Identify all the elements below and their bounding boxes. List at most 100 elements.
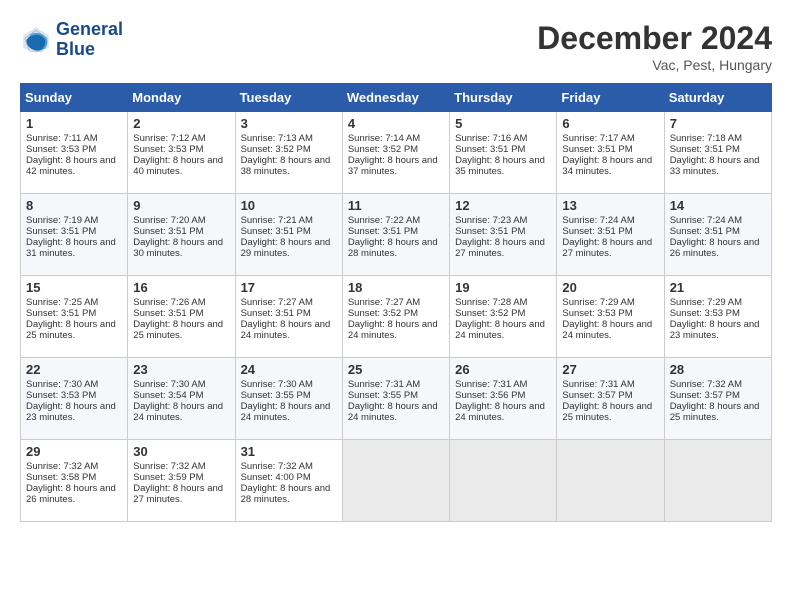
calendar-cell-1: 1Sunrise: 7:11 AMSunset: 3:53 PMDaylight… xyxy=(21,112,128,194)
calendar-cell-6: 6Sunrise: 7:17 AMSunset: 3:51 PMDaylight… xyxy=(557,112,664,194)
day-number: 12 xyxy=(455,198,551,213)
daylight-text: Daylight: 8 hours and 31 minutes. xyxy=(26,237,122,259)
day-number: 13 xyxy=(562,198,658,213)
sunset-text: Sunset: 3:53 PM xyxy=(670,308,766,319)
daylight-text: Daylight: 8 hours and 33 minutes. xyxy=(670,155,766,177)
sunset-text: Sunset: 3:51 PM xyxy=(133,226,229,237)
calendar-row-2: 8Sunrise: 7:19 AMSunset: 3:51 PMDaylight… xyxy=(21,194,772,276)
calendar-cell-8: 8Sunrise: 7:19 AMSunset: 3:51 PMDaylight… xyxy=(21,194,128,276)
sunrise-text: Sunrise: 7:21 AM xyxy=(241,215,337,226)
sunrise-text: Sunrise: 7:12 AM xyxy=(133,133,229,144)
month-title: December 2024 xyxy=(537,20,772,57)
sunset-text: Sunset: 3:55 PM xyxy=(348,390,444,401)
sunrise-text: Sunrise: 7:30 AM xyxy=(133,379,229,390)
day-number: 22 xyxy=(26,362,122,377)
calendar-cell-4: 4Sunrise: 7:14 AMSunset: 3:52 PMDaylight… xyxy=(342,112,449,194)
day-number: 17 xyxy=(241,280,337,295)
daylight-text: Daylight: 8 hours and 27 minutes. xyxy=(133,483,229,505)
daylight-text: Daylight: 8 hours and 38 minutes. xyxy=(241,155,337,177)
daylight-text: Daylight: 8 hours and 29 minutes. xyxy=(241,237,337,259)
calendar-cell-16: 16Sunrise: 7:26 AMSunset: 3:51 PMDayligh… xyxy=(128,276,235,358)
title-block: December 2024 Vac, Pest, Hungary xyxy=(537,20,772,73)
sunset-text: Sunset: 3:55 PM xyxy=(241,390,337,401)
day-number: 27 xyxy=(562,362,658,377)
sunset-text: Sunset: 3:51 PM xyxy=(241,308,337,319)
sunrise-text: Sunrise: 7:31 AM xyxy=(562,379,658,390)
page-header: General Blue December 2024 Vac, Pest, Hu… xyxy=(20,20,772,73)
day-number: 15 xyxy=(26,280,122,295)
day-number: 3 xyxy=(241,116,337,131)
calendar-cell-10: 10 Sunrise: 7:21 AMSunset: 3:51 PMDayligh… xyxy=(235,194,342,276)
daylight-text: Daylight: 8 hours and 28 minutes. xyxy=(348,237,444,259)
calendar-cell-22: 22Sunrise: 7:30 AMSunset: 3:53 PMDayligh… xyxy=(21,358,128,440)
sunrise-text: Sunrise: 7:20 AM xyxy=(133,215,229,226)
calendar-cell-14: 14Sunrise: 7:24 AMSunset: 3:51 PMDayligh… xyxy=(664,194,771,276)
sunset-text: Sunset: 3:51 PM xyxy=(133,308,229,319)
sunrise-text: Sunrise: 7:31 AM xyxy=(348,379,444,390)
daylight-text: Daylight: 8 hours and 25 minutes. xyxy=(562,401,658,423)
daylight-text: Daylight: 8 hours and 27 minutes. xyxy=(562,237,658,259)
sunset-text: Sunset: 3:53 PM xyxy=(562,308,658,319)
daylight-text: Daylight: 8 hours and 34 minutes. xyxy=(562,155,658,177)
sunset-text: Sunset: 3:51 PM xyxy=(26,308,122,319)
calendar-cell-30: 30Sunrise: 7:32 AMSunset: 3:59 PMDayligh… xyxy=(128,440,235,522)
sunrise-text: Sunrise: 7:30 AM xyxy=(26,379,122,390)
daylight-text: Daylight: 8 hours and 25 minutes. xyxy=(133,319,229,341)
day-number: 10 xyxy=(241,198,337,213)
sunrise-text: Sunrise: 7:13 AM xyxy=(241,133,337,144)
sunrise-text: Sunrise: 7:18 AM xyxy=(670,133,766,144)
day-number: 9 xyxy=(133,198,229,213)
day-number: 24 xyxy=(241,362,337,377)
sunset-text: Sunset: 3:51 PM xyxy=(562,144,658,155)
daylight-text: Daylight: 8 hours and 35 minutes. xyxy=(455,155,551,177)
sunrise-text: Sunrise: 7:22 AM xyxy=(348,215,444,226)
sunrise-text: Sunrise: 7:32 AM xyxy=(241,461,337,472)
sunset-text: Sunset: 3:57 PM xyxy=(562,390,658,401)
sunset-text: Sunset: 4:00 PM xyxy=(241,472,337,483)
calendar-cell-18: 18Sunrise: 7:27 AMSunset: 3:52 PMDayligh… xyxy=(342,276,449,358)
sunrise-text: Sunrise: 7:27 AM xyxy=(348,297,444,308)
calendar-cell-empty-4-6 xyxy=(664,440,771,522)
day-number: 4 xyxy=(348,116,444,131)
day-number: 20 xyxy=(562,280,658,295)
sunrise-text: Sunrise: 7:29 AM xyxy=(670,297,766,308)
calendar-cell-12: 12Sunrise: 7:23 AMSunset: 3:51 PMDayligh… xyxy=(450,194,557,276)
sunset-text: Sunset: 3:53 PM xyxy=(133,144,229,155)
sunset-text: Sunset: 3:51 PM xyxy=(26,226,122,237)
col-header-saturday: Saturday xyxy=(664,84,771,112)
calendar-cell-31: 31Sunrise: 7:32 AMSunset: 4:00 PMDayligh… xyxy=(235,440,342,522)
calendar-cell-3: 3 Sunrise: 7:13 AMSunset: 3:52 PMDaylight… xyxy=(235,112,342,194)
sunrise-text: Sunrise: 7:23 AM xyxy=(455,215,551,226)
col-header-friday: Friday xyxy=(557,84,664,112)
calendar-cell-7: 7Sunrise: 7:18 AMSunset: 3:51 PMDaylight… xyxy=(664,112,771,194)
calendar-cell-19: 19Sunrise: 7:28 AMSunset: 3:52 PMDayligh… xyxy=(450,276,557,358)
daylight-text: Daylight: 8 hours and 24 minutes. xyxy=(455,401,551,423)
calendar-cell-28: 28Sunrise: 7:32 AMSunset: 3:57 PMDayligh… xyxy=(664,358,771,440)
sunset-text: Sunset: 3:51 PM xyxy=(241,226,337,237)
location: Vac, Pest, Hungary xyxy=(537,57,772,73)
sunrise-text: Sunrise: 7:24 AM xyxy=(670,215,766,226)
sunset-text: Sunset: 3:59 PM xyxy=(133,472,229,483)
col-header-tuesday: Tuesday xyxy=(235,84,342,112)
sunrise-text: Sunrise: 7:28 AM xyxy=(455,297,551,308)
daylight-text: Daylight: 8 hours and 37 minutes. xyxy=(348,155,444,177)
col-header-monday: Monday xyxy=(128,84,235,112)
daylight-text: Daylight: 8 hours and 24 minutes. xyxy=(562,319,658,341)
sunset-text: Sunset: 3:53 PM xyxy=(26,144,122,155)
calendar-cell-empty-4-4 xyxy=(450,440,557,522)
daylight-text: Daylight: 8 hours and 42 minutes. xyxy=(26,155,122,177)
calendar-row-4: 22Sunrise: 7:30 AMSunset: 3:53 PMDayligh… xyxy=(21,358,772,440)
daylight-text: Daylight: 8 hours and 24 minutes. xyxy=(241,319,337,341)
day-number: 18 xyxy=(348,280,444,295)
daylight-text: Daylight: 8 hours and 24 minutes. xyxy=(133,401,229,423)
daylight-text: Daylight: 8 hours and 28 minutes. xyxy=(241,483,337,505)
col-header-sunday: Sunday xyxy=(21,84,128,112)
calendar-cell-24: 24Sunrise: 7:30 AMSunset: 3:55 PMDayligh… xyxy=(235,358,342,440)
sunset-text: Sunset: 3:52 PM xyxy=(241,144,337,155)
day-number: 23 xyxy=(133,362,229,377)
calendar-cell-26: 26Sunrise: 7:31 AMSunset: 3:56 PMDayligh… xyxy=(450,358,557,440)
sunset-text: Sunset: 3:57 PM xyxy=(670,390,766,401)
calendar-cell-20: 20Sunrise: 7:29 AMSunset: 3:53 PMDayligh… xyxy=(557,276,664,358)
day-number: 5 xyxy=(455,116,551,131)
calendar-table: SundayMondayTuesdayWednesdayThursdayFrid… xyxy=(20,83,772,522)
